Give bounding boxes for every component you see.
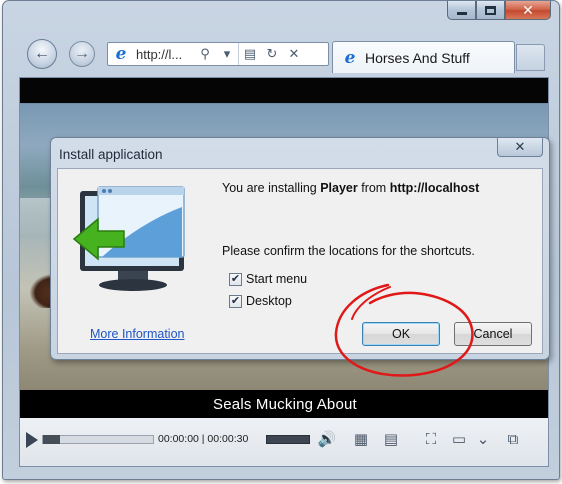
start-menu-label: Start menu [246,272,308,286]
forward-arrow-icon: → [74,45,90,62]
letterbox-top [20,78,548,103]
seek-bar[interactable] [42,435,154,444]
app-name: Player [320,181,358,195]
forward-button[interactable]: → [69,41,95,67]
menu-chevron-icon[interactable]: ⌄ [472,428,494,450]
dialog-close-button[interactable]: ✕ [497,138,543,157]
subtitles-icon[interactable]: ▦ [350,428,372,450]
ie-logo-icon: e [115,44,127,64]
speaker-icon[interactable]: 🔊 [316,428,338,450]
tab-title: Horses And Stuff [365,49,470,66]
shortcut-start-menu[interactable]: ✔ Start menu [229,272,307,286]
chapters-icon[interactable]: ▤ [380,428,402,450]
player-controls: 00:00:00 | 00:00:30 🔊 ▦ ▤ ⛶ ▭ ⌄ ⧉ [20,418,548,466]
dialog-body: You are installing Player from http://lo… [57,168,543,354]
close-button[interactable]: ✕ [505,1,551,20]
tab-horses-and-stuff[interactable]: e Horses And Stuff [332,41,515,73]
desktop-checkbox[interactable]: ✔ [229,294,242,308]
caption-buttons: ✕ [447,1,551,20]
volume-slider[interactable] [266,435,310,444]
video-subtitle: Seals Mucking About [213,395,357,413]
confirm-text: Please confirm the locations for the sho… [222,244,475,258]
back-arrow-icon: ← [34,45,50,62]
install-dialog: Install application ✕ You are installing… [50,137,550,360]
shortcut-desktop[interactable]: ✔ Desktop [229,294,292,308]
address-text[interactable]: http://l... [136,47,194,62]
popout-icon[interactable]: ⧉ [502,428,524,450]
cancel-button[interactable]: Cancel [454,322,532,346]
seek-thumb[interactable] [43,435,60,444]
fullscreen-icon[interactable]: ⛶ [420,428,442,450]
play-icon[interactable] [26,432,38,448]
search-icon[interactable]: ⚲ [194,43,216,65]
source-url: http://localhost [389,181,480,195]
back-button[interactable]: ← [27,39,57,69]
refresh-icon[interactable]: ↻ [261,43,283,65]
install-prefix: You are installing [222,181,321,195]
install-message: You are installing Player from http://lo… [222,181,479,195]
close-icon: ✕ [514,139,526,154]
screen-mode-icon[interactable]: ▭ [448,428,470,450]
tab-favicon-icon: e [344,47,356,68]
subtitle-bar: Seals Mucking About [20,390,548,418]
close-icon: ✕ [522,1,534,18]
more-information-link[interactable]: More Information [90,327,184,341]
minimize-icon [456,11,467,15]
maximize-button[interactable] [476,1,505,20]
install-middle: from [357,181,390,195]
maximize-icon [485,5,496,15]
address-bar[interactable]: e http://l... ⚲ ▾ ▤ ↻ ✕ [107,42,329,66]
stop-icon[interactable]: ✕ [283,43,305,65]
time-display: 00:00:00 | 00:00:30 [158,433,249,445]
desktop-label: Desktop [246,294,292,308]
installer-monitor-icon [72,186,185,291]
new-tab-button[interactable] [516,44,545,71]
compatibility-view-icon[interactable]: ▤ [239,43,261,65]
dropdown-chevron-icon[interactable]: ▾ [216,43,238,65]
dialog-title: Install application [59,147,163,162]
minimize-button[interactable] [447,1,476,20]
start-menu-checkbox[interactable]: ✔ [229,272,242,286]
ok-button[interactable]: OK [362,322,440,346]
